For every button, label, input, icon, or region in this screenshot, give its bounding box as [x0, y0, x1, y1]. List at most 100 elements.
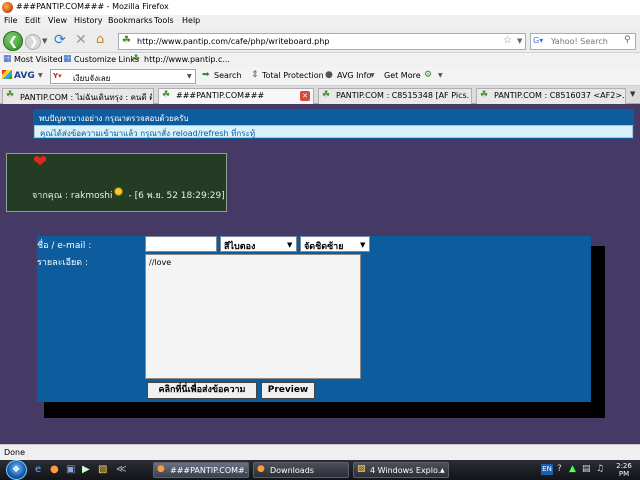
clock-ampm: PM	[618, 470, 630, 478]
avg-toolbar: AVG ▼ Y▾ เงียบจังเลย ▼ ➡ Search ⇕ Total …	[0, 67, 640, 86]
total-protection-icon: ⇕	[251, 70, 259, 80]
window-titlebar: ###PANTIP.COM### - Mozilla Firefox	[0, 0, 640, 15]
avg-settings-icon[interactable]: ⚙	[424, 70, 432, 80]
forward-button[interactable]: ❯	[25, 34, 41, 50]
avg-menu-dropdown-icon[interactable]: ▼	[38, 72, 43, 79]
name-email-label: ชื่อ / e-mail :	[37, 241, 92, 251]
color-select[interactable]: สีไบตอง ▼	[220, 236, 297, 252]
detail-textarea[interactable]: //love	[145, 254, 361, 379]
task-label: Downloads	[270, 466, 314, 475]
clock[interactable]: 2:26 PM	[612, 462, 636, 478]
menu-view[interactable]: View	[48, 16, 67, 25]
avg-search-dropdown-icon[interactable]: ▼	[187, 73, 192, 80]
tab-pantip-3[interactable]: ☘ PANTIP.COM : C8515348 [AF Pics...	[318, 88, 472, 104]
bookmark-customize-links[interactable]: Customize Links	[74, 55, 139, 64]
notice-box: พบปัญหาบางอย่าง กรุณาตรวจสอบด้วยครับ คุณ…	[33, 109, 634, 139]
site-favicon-icon: ☘	[122, 35, 131, 46]
bookmark-most-visited[interactable]: Most Visited	[14, 55, 63, 64]
preview-button[interactable]: Preview	[261, 382, 315, 399]
chevron-down-icon: ▼	[360, 241, 366, 249]
show-desktop-icon[interactable]: ▣	[66, 464, 75, 475]
search-engine-icon[interactable]: G▾	[533, 36, 543, 45]
tab-label: PANTIP.COM : C8515348 [AF Pics...	[336, 91, 470, 100]
firefox-icon	[2, 2, 13, 13]
forward-arrow-icon: ❯	[29, 35, 39, 48]
color-select-value: สีไบตอง	[224, 242, 256, 252]
task-firefox[interactable]: ● ###PANTIP.COM#...	[153, 462, 249, 478]
network-tray-icon[interactable]: ▤	[582, 464, 591, 474]
reply-form: ชื่อ / e-mail : รายละเอียด : สีไบตอง ▼ จ…	[37, 236, 591, 402]
extra-quicklaunch-icon[interactable]: ≪	[116, 464, 126, 475]
close-tab-icon[interactable]: ✕	[300, 91, 310, 101]
avg-logo[interactable]: AVG	[2, 70, 35, 81]
menu-history[interactable]: History	[74, 16, 102, 25]
avg-search-field[interactable]: Y▾ เงียบจังเลย ▼	[50, 69, 196, 84]
volume-tray-icon[interactable]: ♫	[596, 464, 604, 474]
tab-label: PANTIP.COM : ไม่ฉันเดินทรุง : คนดี คื...	[20, 93, 152, 102]
tab-pantip-active[interactable]: ☘ ###PANTIP.COM### ✕	[158, 88, 314, 104]
reply-author: จากคุณ : rakmoshi	[32, 191, 113, 201]
home-icon[interactable]: ⌂	[96, 32, 104, 47]
menu-edit[interactable]: Edit	[25, 16, 41, 25]
avg-info-dropdown-icon[interactable]: ▼	[370, 72, 375, 79]
reload-icon[interactable]: ⟳	[54, 32, 66, 48]
most-visited-icon: ▦	[3, 54, 12, 64]
folder-task-icon: ▧	[357, 464, 366, 474]
tab-list-dropdown-icon[interactable]: ▼	[630, 90, 635, 98]
reply-date: - [6 พ.ย. 52 18:29:29]	[128, 191, 225, 201]
url-text[interactable]: http://www.pantip.com/cafe/php/writeboar…	[137, 37, 329, 46]
start-button[interactable]: ❖	[6, 460, 27, 480]
stop-icon[interactable]: ✕	[75, 32, 87, 48]
language-indicator[interactable]: EN	[541, 464, 553, 475]
tab-label: PANTIP.COM : C8516037 <AF2>...	[494, 91, 624, 100]
menu-help[interactable]: Help	[182, 16, 200, 25]
menu-tools[interactable]: Tools	[154, 16, 174, 25]
pantip-tab-icon: ☘	[6, 90, 15, 100]
downloads-task-icon: ●	[257, 464, 265, 474]
search-icon[interactable]: ⚲	[624, 35, 631, 45]
help-tray-icon[interactable]: ?	[557, 464, 562, 474]
align-select[interactable]: จัดชิดซ้าย ▼	[300, 236, 370, 252]
navigation-toolbar: ❮ ❯ ▼ ⟳ ✕ ⌂ ☘ http://www.pantip.com/cafe…	[0, 29, 640, 53]
pantip-tab-icon: ☘	[480, 90, 489, 100]
media-quicklaunch-icon[interactable]: ▶	[82, 464, 90, 475]
menu-bookmarks[interactable]: Bookmarks	[108, 16, 153, 25]
total-protection-button[interactable]: Total Protection	[262, 71, 324, 80]
task-downloads[interactable]: ● Downloads	[253, 462, 349, 478]
avg-search-button[interactable]: Search	[214, 71, 241, 80]
task-explorer[interactable]: ▧ 4 Windows Explo... ▲	[353, 462, 449, 478]
chevron-up-icon: ▲	[440, 467, 445, 474]
clock-time: 2:26	[616, 462, 632, 470]
task-label: 4 Windows Explo...	[370, 466, 440, 475]
name-email-input[interactable]	[145, 236, 217, 252]
firefox-quicklaunch-icon[interactable]: ●	[50, 464, 59, 475]
back-arrow-icon: ❮	[8, 34, 19, 48]
avg-info-button[interactable]: AVG Info	[337, 71, 371, 80]
tab-label: ###PANTIP.COM###	[176, 91, 265, 100]
reply-author-line: จากคุณ : rakmoshi - [6 พ.ย. 52 18:29:29]	[32, 188, 225, 202]
status-bar: Done	[0, 444, 640, 460]
get-more-button[interactable]: Get More	[384, 71, 421, 80]
back-button[interactable]: ❮	[3, 31, 23, 51]
avg-logo-text: AVG	[14, 71, 35, 81]
url-bar[interactable]: ☘ http://www.pantip.com/cafe/php/writebo…	[118, 33, 526, 50]
pantip-tab-icon: ☘	[162, 90, 171, 100]
history-dropdown-icon[interactable]: ▼	[42, 37, 47, 45]
tab-pantip-1[interactable]: ☘ PANTIP.COM : ไม่ฉันเดินทรุง : คนดี คื.…	[2, 88, 154, 104]
bookmark-pantip[interactable]: http://www.pantip.c...	[144, 55, 230, 64]
menu-file[interactable]: File	[4, 16, 17, 25]
submit-button[interactable]: คลิกที่นี่เพื่อส่งข้อความ	[147, 382, 257, 399]
window-title: ###PANTIP.COM### - Mozilla Firefox	[16, 2, 169, 11]
folder-quicklaunch-icon[interactable]: ▧	[98, 464, 107, 475]
tab-pantip-4[interactable]: ☘ PANTIP.COM : C8516037 <AF2>...	[476, 88, 626, 104]
avg-tray-icon[interactable]: ▲	[569, 464, 576, 474]
detail-label: รายละเอียด :	[37, 258, 89, 268]
bookmark-star-icon[interactable]: ☆	[503, 35, 512, 46]
ie-quicklaunch-icon[interactable]: e	[35, 464, 41, 475]
url-dropdown-icon[interactable]: ▼	[517, 37, 522, 45]
problem-message: พบปัญหาบางอย่าง กรุณาตรวจสอบด้วยครับ	[39, 114, 189, 123]
avg-search-text[interactable]: เงียบจังเลย	[73, 72, 110, 85]
search-input[interactable]	[551, 35, 621, 48]
avg-settings-dropdown-icon[interactable]: ▼	[438, 72, 443, 79]
customize-links-icon: ▦	[63, 54, 72, 64]
